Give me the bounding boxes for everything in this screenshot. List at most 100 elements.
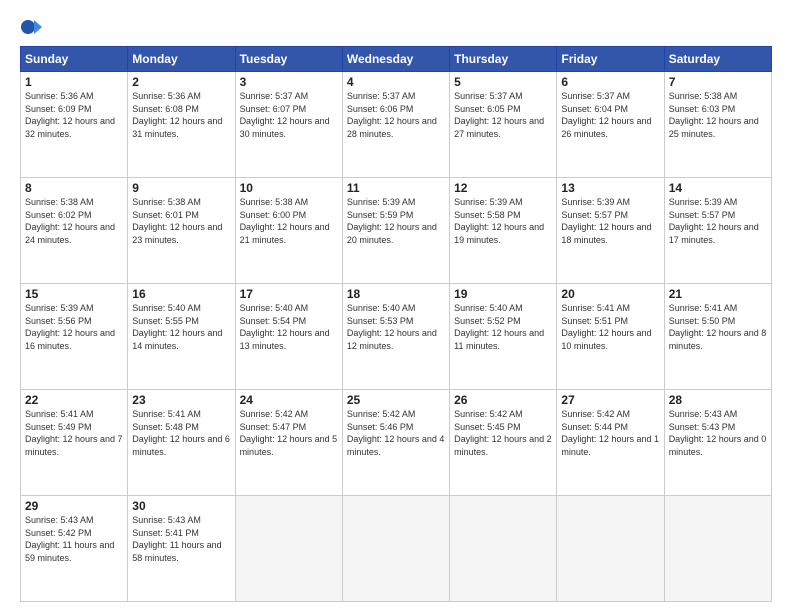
day-number: 16 bbox=[132, 287, 230, 301]
day-number: 28 bbox=[669, 393, 767, 407]
calendar-cell: 13Sunrise: 5:39 AMSunset: 5:57 PMDayligh… bbox=[557, 178, 664, 284]
day-info: Sunrise: 5:43 AMSunset: 5:43 PMDaylight:… bbox=[669, 408, 767, 458]
calendar-cell bbox=[664, 496, 771, 602]
calendar-cell: 21Sunrise: 5:41 AMSunset: 5:50 PMDayligh… bbox=[664, 284, 771, 390]
calendar-cell bbox=[450, 496, 557, 602]
calendar-cell: 6Sunrise: 5:37 AMSunset: 6:04 PMDaylight… bbox=[557, 72, 664, 178]
day-info: Sunrise: 5:39 AMSunset: 5:59 PMDaylight:… bbox=[347, 196, 445, 246]
day-info: Sunrise: 5:37 AMSunset: 6:07 PMDaylight:… bbox=[240, 90, 338, 140]
day-number: 14 bbox=[669, 181, 767, 195]
day-info: Sunrise: 5:39 AMSunset: 5:57 PMDaylight:… bbox=[669, 196, 767, 246]
calendar-cell: 15Sunrise: 5:39 AMSunset: 5:56 PMDayligh… bbox=[21, 284, 128, 390]
calendar-body: 1Sunrise: 5:36 AMSunset: 6:09 PMDaylight… bbox=[21, 72, 772, 602]
calendar-cell bbox=[557, 496, 664, 602]
day-number: 1 bbox=[25, 75, 123, 89]
calendar-cell: 16Sunrise: 5:40 AMSunset: 5:55 PMDayligh… bbox=[128, 284, 235, 390]
calendar-cell: 7Sunrise: 5:38 AMSunset: 6:03 PMDaylight… bbox=[664, 72, 771, 178]
calendar-header-saturday: Saturday bbox=[664, 47, 771, 72]
calendar-cell: 22Sunrise: 5:41 AMSunset: 5:49 PMDayligh… bbox=[21, 390, 128, 496]
day-info: Sunrise: 5:41 AMSunset: 5:48 PMDaylight:… bbox=[132, 408, 230, 458]
day-info: Sunrise: 5:40 AMSunset: 5:54 PMDaylight:… bbox=[240, 302, 338, 352]
calendar-cell: 4Sunrise: 5:37 AMSunset: 6:06 PMDaylight… bbox=[342, 72, 449, 178]
calendar-header-sunday: Sunday bbox=[21, 47, 128, 72]
day-number: 11 bbox=[347, 181, 445, 195]
day-number: 22 bbox=[25, 393, 123, 407]
day-number: 18 bbox=[347, 287, 445, 301]
day-info: Sunrise: 5:38 AMSunset: 6:01 PMDaylight:… bbox=[132, 196, 230, 246]
calendar-cell: 3Sunrise: 5:37 AMSunset: 6:07 PMDaylight… bbox=[235, 72, 342, 178]
calendar-cell: 14Sunrise: 5:39 AMSunset: 5:57 PMDayligh… bbox=[664, 178, 771, 284]
day-number: 27 bbox=[561, 393, 659, 407]
calendar-cell: 11Sunrise: 5:39 AMSunset: 5:59 PMDayligh… bbox=[342, 178, 449, 284]
day-number: 15 bbox=[25, 287, 123, 301]
day-info: Sunrise: 5:42 AMSunset: 5:47 PMDaylight:… bbox=[240, 408, 338, 458]
day-number: 6 bbox=[561, 75, 659, 89]
calendar-cell: 24Sunrise: 5:42 AMSunset: 5:47 PMDayligh… bbox=[235, 390, 342, 496]
day-number: 9 bbox=[132, 181, 230, 195]
day-info: Sunrise: 5:40 AMSunset: 5:53 PMDaylight:… bbox=[347, 302, 445, 352]
calendar-cell: 25Sunrise: 5:42 AMSunset: 5:46 PMDayligh… bbox=[342, 390, 449, 496]
day-info: Sunrise: 5:39 AMSunset: 5:57 PMDaylight:… bbox=[561, 196, 659, 246]
calendar-week-4: 22Sunrise: 5:41 AMSunset: 5:49 PMDayligh… bbox=[21, 390, 772, 496]
day-info: Sunrise: 5:39 AMSunset: 5:58 PMDaylight:… bbox=[454, 196, 552, 246]
calendar-cell: 23Sunrise: 5:41 AMSunset: 5:48 PMDayligh… bbox=[128, 390, 235, 496]
calendar-cell: 12Sunrise: 5:39 AMSunset: 5:58 PMDayligh… bbox=[450, 178, 557, 284]
calendar-header-friday: Friday bbox=[557, 47, 664, 72]
day-number: 25 bbox=[347, 393, 445, 407]
day-number: 13 bbox=[561, 181, 659, 195]
day-number: 26 bbox=[454, 393, 552, 407]
calendar-cell: 28Sunrise: 5:43 AMSunset: 5:43 PMDayligh… bbox=[664, 390, 771, 496]
day-info: Sunrise: 5:36 AMSunset: 6:08 PMDaylight:… bbox=[132, 90, 230, 140]
day-number: 8 bbox=[25, 181, 123, 195]
day-number: 30 bbox=[132, 499, 230, 513]
calendar-cell: 9Sunrise: 5:38 AMSunset: 6:01 PMDaylight… bbox=[128, 178, 235, 284]
calendar-cell: 8Sunrise: 5:38 AMSunset: 6:02 PMDaylight… bbox=[21, 178, 128, 284]
calendar-header-tuesday: Tuesday bbox=[235, 47, 342, 72]
calendar-cell: 2Sunrise: 5:36 AMSunset: 6:08 PMDaylight… bbox=[128, 72, 235, 178]
calendar-header-wednesday: Wednesday bbox=[342, 47, 449, 72]
day-info: Sunrise: 5:42 AMSunset: 5:46 PMDaylight:… bbox=[347, 408, 445, 458]
day-info: Sunrise: 5:40 AMSunset: 5:55 PMDaylight:… bbox=[132, 302, 230, 352]
day-info: Sunrise: 5:36 AMSunset: 6:09 PMDaylight:… bbox=[25, 90, 123, 140]
calendar-table: SundayMondayTuesdayWednesdayThursdayFrid… bbox=[20, 46, 772, 602]
calendar-week-1: 1Sunrise: 5:36 AMSunset: 6:09 PMDaylight… bbox=[21, 72, 772, 178]
day-info: Sunrise: 5:37 AMSunset: 6:06 PMDaylight:… bbox=[347, 90, 445, 140]
day-info: Sunrise: 5:37 AMSunset: 6:04 PMDaylight:… bbox=[561, 90, 659, 140]
calendar-cell bbox=[342, 496, 449, 602]
calendar-header-thursday: Thursday bbox=[450, 47, 557, 72]
calendar-cell: 29Sunrise: 5:43 AMSunset: 5:42 PMDayligh… bbox=[21, 496, 128, 602]
day-info: Sunrise: 5:43 AMSunset: 5:41 PMDaylight:… bbox=[132, 514, 230, 564]
day-info: Sunrise: 5:38 AMSunset: 6:02 PMDaylight:… bbox=[25, 196, 123, 246]
day-number: 17 bbox=[240, 287, 338, 301]
calendar-cell: 30Sunrise: 5:43 AMSunset: 5:41 PMDayligh… bbox=[128, 496, 235, 602]
calendar-cell: 5Sunrise: 5:37 AMSunset: 6:05 PMDaylight… bbox=[450, 72, 557, 178]
calendar-week-2: 8Sunrise: 5:38 AMSunset: 6:02 PMDaylight… bbox=[21, 178, 772, 284]
calendar-cell: 18Sunrise: 5:40 AMSunset: 5:53 PMDayligh… bbox=[342, 284, 449, 390]
day-number: 5 bbox=[454, 75, 552, 89]
calendar-cell: 10Sunrise: 5:38 AMSunset: 6:00 PMDayligh… bbox=[235, 178, 342, 284]
day-number: 7 bbox=[669, 75, 767, 89]
calendar-cell: 19Sunrise: 5:40 AMSunset: 5:52 PMDayligh… bbox=[450, 284, 557, 390]
day-number: 19 bbox=[454, 287, 552, 301]
calendar-header-row: SundayMondayTuesdayWednesdayThursdayFrid… bbox=[21, 47, 772, 72]
day-number: 21 bbox=[669, 287, 767, 301]
day-number: 4 bbox=[347, 75, 445, 89]
day-info: Sunrise: 5:37 AMSunset: 6:05 PMDaylight:… bbox=[454, 90, 552, 140]
day-number: 24 bbox=[240, 393, 338, 407]
logo bbox=[20, 16, 46, 38]
day-number: 12 bbox=[454, 181, 552, 195]
calendar-cell: 27Sunrise: 5:42 AMSunset: 5:44 PMDayligh… bbox=[557, 390, 664, 496]
page: SundayMondayTuesdayWednesdayThursdayFrid… bbox=[0, 0, 792, 612]
day-info: Sunrise: 5:41 AMSunset: 5:50 PMDaylight:… bbox=[669, 302, 767, 352]
day-info: Sunrise: 5:42 AMSunset: 5:44 PMDaylight:… bbox=[561, 408, 659, 458]
calendar-week-5: 29Sunrise: 5:43 AMSunset: 5:42 PMDayligh… bbox=[21, 496, 772, 602]
day-number: 29 bbox=[25, 499, 123, 513]
day-number: 2 bbox=[132, 75, 230, 89]
day-info: Sunrise: 5:40 AMSunset: 5:52 PMDaylight:… bbox=[454, 302, 552, 352]
day-number: 3 bbox=[240, 75, 338, 89]
header bbox=[20, 16, 772, 38]
logo-icon bbox=[20, 16, 42, 38]
day-info: Sunrise: 5:42 AMSunset: 5:45 PMDaylight:… bbox=[454, 408, 552, 458]
day-number: 20 bbox=[561, 287, 659, 301]
calendar-week-3: 15Sunrise: 5:39 AMSunset: 5:56 PMDayligh… bbox=[21, 284, 772, 390]
